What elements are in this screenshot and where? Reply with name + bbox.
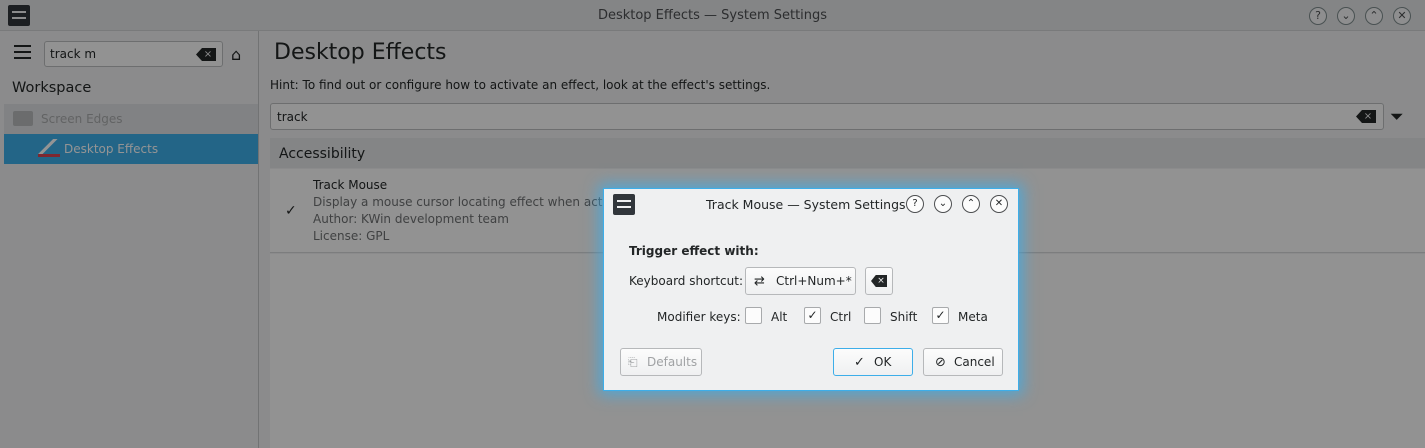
shortcut-label: Keyboard shortcut:	[629, 274, 744, 288]
clear-shortcut-button[interactable]: ×	[865, 267, 893, 295]
defaults-icon: ⎗	[628, 355, 638, 369]
dialog-maximize-button[interactable]: ⌃	[962, 195, 980, 213]
cancel-label: Cancel	[954, 355, 995, 369]
ctrl-checkbox[interactable]: ✓	[804, 307, 821, 324]
shortcut-value: Ctrl+Num+*	[776, 274, 852, 288]
track-mouse-dialog: Track Mouse — System Settings ? ⌄ ⌃ ✕ Tr…	[603, 188, 1019, 391]
ok-button[interactable]: ✓ OK	[833, 348, 913, 376]
dialog-titlebar[interactable]: Track Mouse — System Settings ? ⌄ ⌃ ✕	[604, 189, 1018, 219]
ctrl-label: Ctrl	[830, 310, 852, 324]
shift-label: Shift	[890, 310, 918, 324]
defaults-button[interactable]: ⎗ Defaults	[620, 348, 702, 376]
configure-icon: ⇄	[754, 274, 765, 289]
cancel-icon: ⊘	[935, 355, 946, 370]
ok-label: OK	[874, 355, 892, 369]
shortcut-button[interactable]: ⇄ Ctrl+Num+*	[745, 267, 856, 295]
dialog-minimize-button[interactable]: ⌄	[934, 195, 952, 213]
alt-label: Alt	[771, 310, 788, 324]
shift-checkbox[interactable]	[864, 307, 881, 324]
trigger-heading: Trigger effect with:	[629, 244, 759, 258]
modifier-keys-label: Modifier keys:	[657, 310, 741, 324]
meta-label: Meta	[958, 310, 988, 324]
cancel-button[interactable]: ⊘ Cancel	[923, 348, 1003, 376]
system-settings-icon	[613, 194, 635, 215]
dialog-close-button[interactable]: ✕	[990, 195, 1008, 213]
alt-checkbox[interactable]	[745, 307, 762, 324]
clear-shortcut-icon: ×	[871, 275, 887, 287]
dialog-title: Track Mouse — System Settings	[706, 197, 906, 212]
ok-check-icon: ✓	[854, 355, 865, 370]
dialog-help-button[interactable]: ?	[906, 195, 924, 213]
defaults-label: Defaults	[647, 355, 698, 369]
meta-checkbox[interactable]: ✓	[932, 307, 949, 324]
